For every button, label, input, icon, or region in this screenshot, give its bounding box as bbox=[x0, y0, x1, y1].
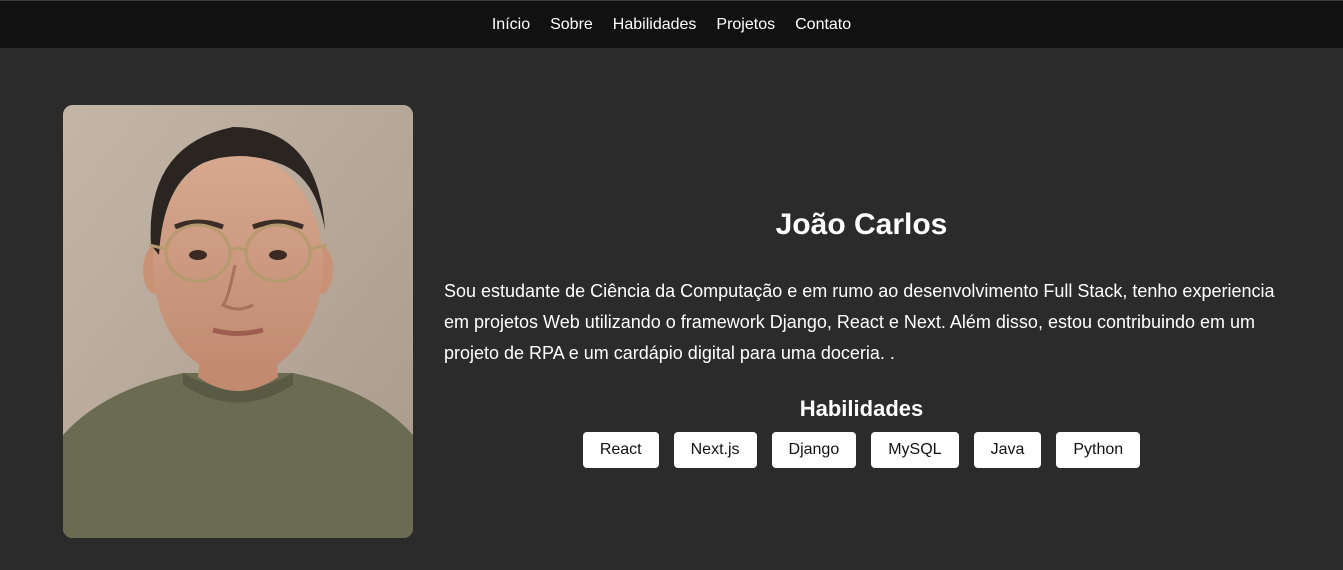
skill-chip-nextjs: Next.js bbox=[673, 432, 757, 468]
nav-link-projetos[interactable]: Projetos bbox=[716, 16, 775, 34]
skill-chip-python: Python bbox=[1056, 432, 1141, 468]
skills-list: React Next.js Django MySQL Java Python bbox=[444, 432, 1279, 468]
nav-link-contato[interactable]: Contato bbox=[795, 16, 851, 34]
skill-chip-mysql: MySQL bbox=[871, 432, 959, 468]
nav-link-sobre[interactable]: Sobre bbox=[550, 16, 593, 34]
nav-link-inicio[interactable]: Início bbox=[492, 16, 530, 34]
nav-link-habilidades[interactable]: Habilidades bbox=[613, 16, 697, 34]
profile-name: João Carlos bbox=[775, 208, 948, 241]
about-section: João Carlos Sou estudante de Ciência da … bbox=[444, 200, 1279, 468]
skills-heading: Habilidades bbox=[799, 396, 924, 421]
profile-bio: Sou estudante de Ciência da Computação e… bbox=[444, 281, 1275, 363]
main-nav: Início Sobre Habilidades Projetos Contat… bbox=[492, 16, 851, 34]
profile-photo bbox=[63, 105, 413, 538]
skill-chip-java: Java bbox=[973, 432, 1042, 468]
person-portrait-icon bbox=[63, 105, 413, 538]
skill-chip-react: React bbox=[582, 432, 659, 468]
skill-chip-django: Django bbox=[771, 432, 857, 468]
top-navbar: Início Sobre Habilidades Projetos Contat… bbox=[0, 0, 1343, 48]
